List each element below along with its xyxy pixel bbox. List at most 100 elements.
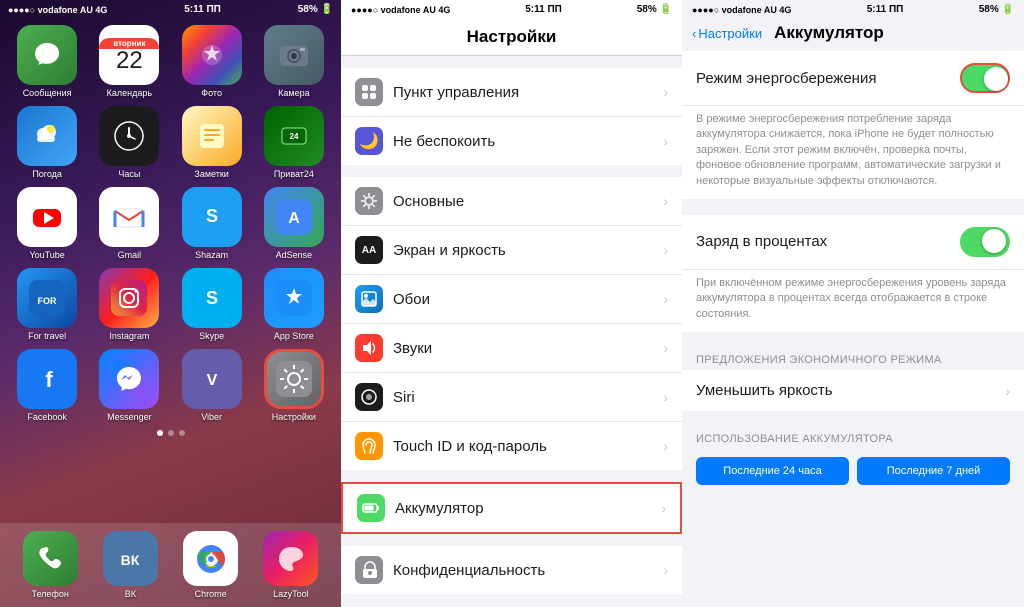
battery-percentage-label: Заряд в процентах: [696, 233, 950, 250]
dock-phone-label: Телефон: [31, 589, 68, 599]
svg-text:V: V: [206, 372, 217, 389]
power-saving-toggle[interactable]: [960, 63, 1010, 93]
battery-panel: ●●●●○ vodafone AU 4G 5:11 ПП 58% 🔋 ‹ Нас…: [682, 0, 1024, 607]
battery-percentage-row[interactable]: Заряд в процентах: [682, 215, 1024, 270]
svg-text:S: S: [206, 206, 218, 226]
sounds-label: Звуки: [393, 340, 653, 357]
app-shazam-label: Shazam: [195, 250, 228, 260]
privacy-icon: [355, 556, 383, 584]
battery-label: Аккумулятор: [395, 500, 651, 517]
settings-row-general[interactable]: Основные ›: [341, 177, 682, 226]
toggle-thumb: [984, 67, 1008, 91]
settings-row-touchid[interactable]: Touch ID и код-пароль ›: [341, 422, 682, 470]
sounds-chevron: ›: [663, 340, 668, 356]
settings-panel: ●●●●○ vodafone AU 4G 5:11 ПП 58% 🔋 Настр…: [341, 0, 682, 607]
power-saving-description: В режиме энергосбережения потребление за…: [682, 106, 1024, 199]
battery-settings: 58% 🔋: [637, 4, 672, 15]
settings-group-1: Пункт управления › 🌙 Не беспокоить ›: [341, 68, 682, 165]
svg-text:ВК: ВК: [121, 552, 140, 568]
app-camera-label: Камера: [278, 88, 309, 98]
general-chevron: ›: [663, 193, 668, 209]
wallpaper-icon: [355, 285, 383, 313]
app-photos-label: Фото: [201, 88, 222, 98]
page-dots: [0, 428, 341, 438]
settings-row-display[interactable]: AA Экран и яркость ›: [341, 226, 682, 275]
app-fortravel[interactable]: FOR For travel: [10, 268, 84, 341]
time-home: 5:11 ПП: [184, 4, 221, 15]
power-saving-label: Режим энергосбережения: [696, 70, 950, 87]
app-appstore[interactable]: App Store: [257, 268, 331, 341]
app-youtube[interactable]: YouTube: [10, 187, 84, 260]
app-adsense-label: AdSense: [276, 250, 313, 260]
app-camera[interactable]: Камера: [257, 25, 331, 98]
app-facebook[interactable]: f Facebook: [10, 349, 84, 422]
tab-7d[interactable]: Последние 7 дней: [857, 457, 1010, 485]
app-adsense[interactable]: A AdSense: [257, 187, 331, 260]
app-shazam[interactable]: S Shazam: [175, 187, 249, 260]
app-messages[interactable]: Сообщения: [10, 25, 84, 98]
settings-row-sounds[interactable]: Звуки ›: [341, 324, 682, 373]
general-icon: [355, 187, 383, 215]
settings-row-dnd[interactable]: 🌙 Не беспокоить ›: [341, 117, 682, 165]
display-chevron: ›: [663, 242, 668, 258]
privacy-chevron: ›: [663, 562, 668, 578]
page-dot-1: [157, 430, 163, 436]
usage-section-header: ИСПОЛЬЗОВАНИЕ АККУМУЛЯТОРА: [682, 427, 1024, 449]
privacy-label: Конфиденциальность: [393, 562, 653, 579]
app-appstore-label: App Store: [274, 331, 314, 341]
reduce-brightness-row[interactable]: Уменьшить яркость ›: [682, 370, 1024, 411]
settings-row-control-center[interactable]: Пункт управления ›: [341, 68, 682, 117]
dock-phone[interactable]: Телефон: [23, 531, 78, 599]
tab-24h[interactable]: Последние 24 часа: [696, 457, 849, 485]
time-settings: 5:11 ПП: [525, 4, 562, 15]
app-clock[interactable]: Часы: [92, 106, 166, 179]
display-label: Экран и яркость: [393, 242, 653, 259]
back-button[interactable]: ‹ Настройки: [692, 26, 762, 41]
settings-row-privacy[interactable]: Конфиденциальность ›: [341, 546, 682, 594]
siri-icon: [355, 383, 383, 411]
touchid-icon: [355, 432, 383, 460]
dock: Телефон ВК ВК C: [0, 523, 341, 607]
carrier-home: ●●●●○ vodafone AU 4G: [8, 5, 107, 15]
app-instagram[interactable]: Instagram: [92, 268, 166, 341]
svg-text:FOR: FOR: [38, 296, 57, 306]
wallpaper-label: Обои: [393, 291, 653, 308]
control-center-chevron: ›: [663, 84, 668, 100]
power-saving-row[interactable]: Режим энергосбережения: [682, 51, 1024, 106]
app-photos[interactable]: Фото: [175, 25, 249, 98]
app-weather[interactable]: Погода: [10, 106, 84, 179]
app-privat24[interactable]: 24 Приват24: [257, 106, 331, 179]
touchid-chevron: ›: [663, 438, 668, 454]
battery-percentage-toggle[interactable]: [960, 227, 1010, 257]
dock-chrome[interactable]: Chrome: [183, 531, 238, 599]
dock-chrome-label: Chrome: [195, 589, 227, 599]
dock-vk[interactable]: ВК ВК: [103, 531, 158, 599]
economy-section-header: ПРЕДЛОЖЕНИЯ ЭКОНОМИЧНОГО РЕЖИМА: [682, 348, 1024, 370]
app-gmail[interactable]: Gmail: [92, 187, 166, 260]
battery-page-title: Аккумулятор: [774, 23, 884, 43]
settings-row-battery[interactable]: Аккумулятор ›: [341, 482, 682, 534]
app-grid: Сообщения вторник 22 Календарь Фото: [0, 19, 341, 428]
battery-home: 58% 🔋: [298, 4, 333, 15]
dock-lazytool[interactable]: LazyTool: [263, 531, 318, 599]
app-youtube-label: YouTube: [29, 250, 64, 260]
app-viber[interactable]: V Viber: [175, 349, 249, 422]
page-dot-3: [179, 430, 185, 436]
app-notes-label: Заметки: [194, 169, 228, 179]
settings-status-bar: ●●●●○ vodafone AU 4G 5:11 ПП 58% 🔋: [341, 0, 682, 19]
app-gmail-label: Gmail: [118, 250, 142, 260]
app-calendar[interactable]: вторник 22 Календарь: [92, 25, 166, 98]
app-settings-label: Настройки: [272, 412, 316, 422]
settings-row-siri[interactable]: Siri ›: [341, 373, 682, 422]
settings-row-wallpaper[interactable]: Обои ›: [341, 275, 682, 324]
app-settings[interactable]: Настройки: [257, 349, 331, 422]
settings-title: Настройки: [341, 19, 682, 56]
usage-tabs: Последние 24 часа Последние 7 дней: [696, 457, 1010, 485]
siri-label: Siri: [393, 389, 653, 406]
app-notes[interactable]: Заметки: [175, 106, 249, 179]
back-label: Настройки: [698, 26, 762, 41]
app-messenger[interactable]: Messenger: [92, 349, 166, 422]
app-skype[interactable]: S Skype: [175, 268, 249, 341]
battery-icon: [357, 494, 385, 522]
status-bar-home: ●●●●○ vodafone AU 4G 5:11 ПП 58% 🔋: [0, 0, 341, 19]
